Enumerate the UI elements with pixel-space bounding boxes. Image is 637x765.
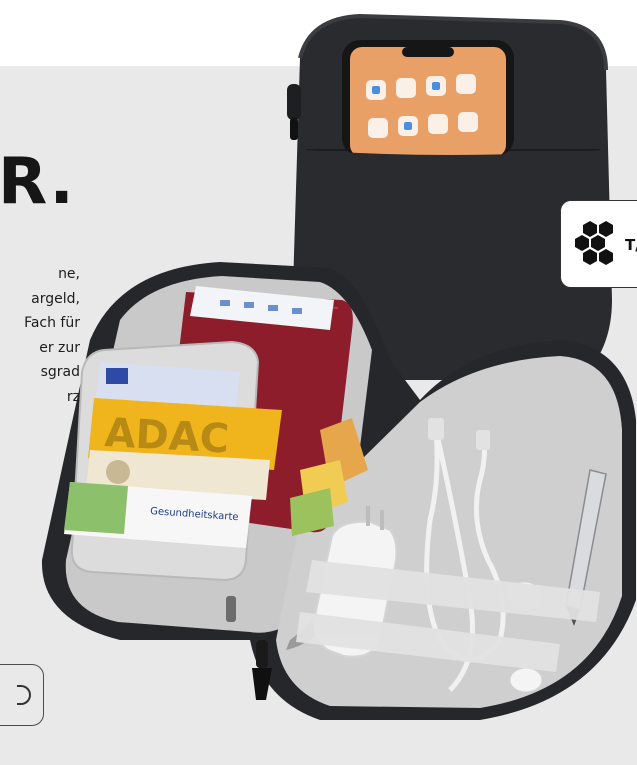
description-line: Fach für <box>24 315 80 331</box>
badge-label: T/ <box>625 236 637 254</box>
hexagon-cluster-icon <box>575 221 613 265</box>
usb-plug <box>428 418 444 440</box>
seal-icon <box>17 685 31 705</box>
description-line: ne, <box>58 266 80 282</box>
seal-badge <box>0 664 44 726</box>
feature-badge: T/ <box>560 200 637 288</box>
lightning-plug <box>476 430 490 450</box>
description-line: sgrad <box>40 364 80 380</box>
headline: R. <box>0 145 75 219</box>
product-photo: ADAC Gesundheitskarte <box>41 13 636 720</box>
description-line: argeld, <box>31 290 80 307</box>
description-line: rz <box>66 388 80 405</box>
description-text: ne, argeld, Fach für er zur sgrad rz <box>0 262 80 409</box>
description-line: er zur <box>39 339 80 356</box>
